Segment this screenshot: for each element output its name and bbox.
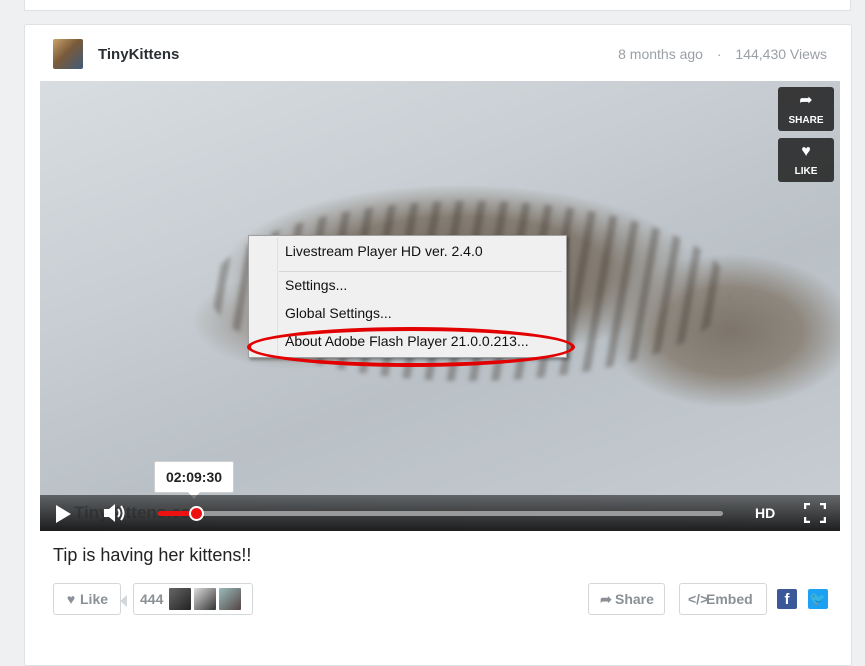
previous-card-edge <box>24 0 851 11</box>
liker-avatar[interactable] <box>194 588 216 610</box>
meta-separator: · <box>716 46 722 62</box>
progress-scrubber[interactable] <box>189 506 204 521</box>
fullscreen-icon[interactable] <box>804 503 826 523</box>
count-pointer <box>120 595 127 607</box>
red-highlight-ellipse <box>247 327 575 367</box>
facebook-icon[interactable]: f <box>777 589 797 609</box>
share-button[interactable]: ➦ Share <box>588 583 665 615</box>
channel-avatar[interactable] <box>53 39 83 69</box>
video-share-button[interactable]: ➦ SHARE <box>778 87 834 131</box>
menu-separator <box>279 271 562 272</box>
embed-button[interactable]: </>Embed <box>679 583 767 615</box>
like-count: 444 <box>140 591 164 607</box>
play-icon[interactable] <box>56 505 71 523</box>
like-label: Like <box>80 591 109 607</box>
volume-icon[interactable] <box>102 502 130 524</box>
twitter-icon[interactable]: 🐦 <box>808 589 828 609</box>
progress-bar[interactable] <box>158 506 723 521</box>
post-actions: ♥ Like 444 ➦ Share </>Embed f 🐦 <box>25 581 851 617</box>
seek-time-tooltip: 02:09:30 <box>154 461 234 499</box>
view-count: 144,430 Views <box>735 46 827 62</box>
hd-toggle[interactable]: HD <box>755 505 775 521</box>
share-label: Share <box>615 591 654 607</box>
video-share-label: SHARE <box>788 115 824 126</box>
menu-item-player-version[interactable]: Livestream Player HD ver. 2.4.0 <box>285 243 483 259</box>
post-meta: 8 months ago · 144,430 Views <box>618 46 827 62</box>
video-post-card: TinyKittens 8 months ago · 144,430 Views… <box>24 24 852 666</box>
posted-time: 8 months ago <box>618 46 703 62</box>
like-button[interactable]: ♥ Like <box>53 583 121 615</box>
video-player[interactable]: ➦ SHARE ♥ LIKE Livestream Player HD ver.… <box>40 81 840 531</box>
share-arrow-icon: ➦ <box>799 92 813 109</box>
channel-name[interactable]: TinyKittens <box>98 46 179 63</box>
like-count-box[interactable]: 444 <box>133 583 253 615</box>
heart-icon: ♥ <box>66 591 76 607</box>
liker-avatars <box>169 588 244 620</box>
player-control-bar: TinyKittens.com HD <box>40 495 840 531</box>
video-title: Tip is having her kittens!! <box>53 545 252 565</box>
liker-avatar[interactable] <box>169 588 191 610</box>
share-arrow-icon: ➦ <box>600 591 612 607</box>
heart-icon: ♥ <box>801 143 811 160</box>
code-icon: </> <box>688 591 709 607</box>
menu-item-settings[interactable]: Settings... <box>285 277 347 293</box>
video-like-label: LIKE <box>794 166 818 177</box>
liker-avatar[interactable] <box>219 588 241 610</box>
post-header: TinyKittens 8 months ago · 144,430 Views <box>25 25 851 81</box>
video-like-button[interactable]: ♥ LIKE <box>778 138 834 182</box>
embed-label: Embed <box>706 591 753 607</box>
menu-item-global-settings[interactable]: Global Settings... <box>285 305 392 321</box>
